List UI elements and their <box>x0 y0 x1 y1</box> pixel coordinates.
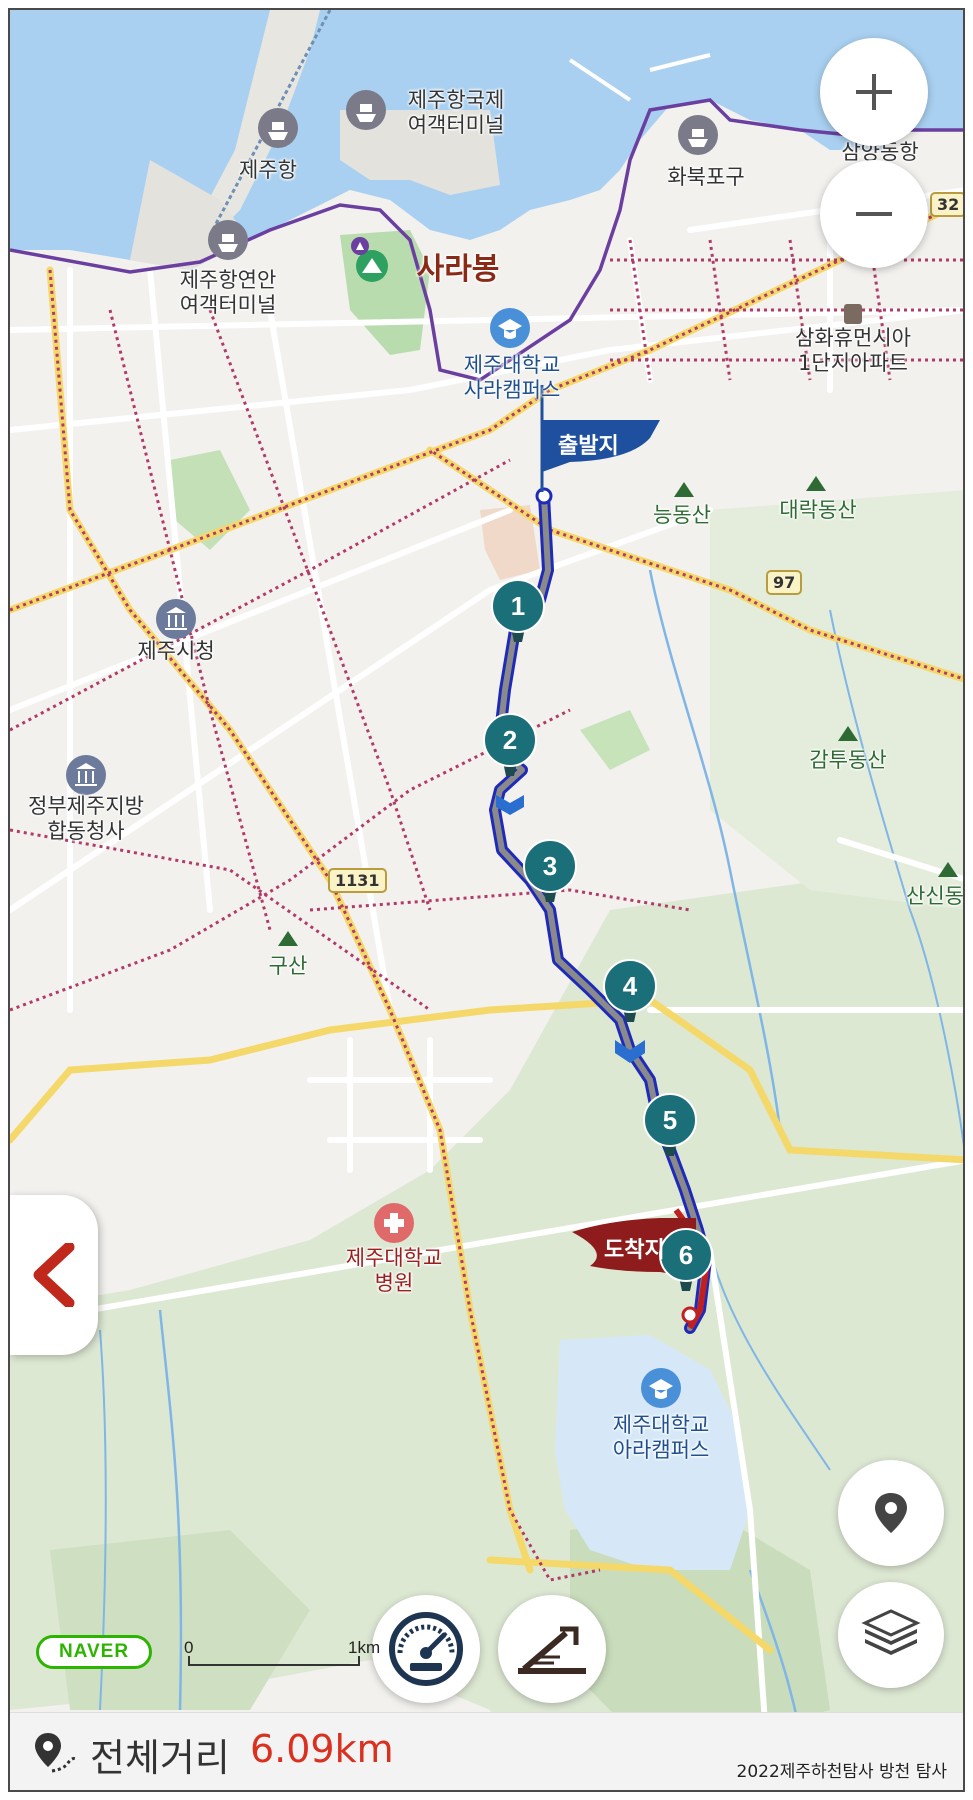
map-frame: 123456 제주항 제주항국제 여객터미널 화북포구 삼양동항 제주항연안 여… <box>8 8 965 1792</box>
back-button[interactable] <box>10 1195 98 1355</box>
marker-number: 4 <box>623 971 638 1001</box>
start-point <box>535 487 553 505</box>
label-jeju-port-intl-terminal: 제주항국제 여객터미널 <box>407 88 505 138</box>
label-sansindong: 산신동 <box>906 884 964 908</box>
scale-max-label: 1km <box>348 1638 381 1657</box>
label-daerakdongsan: 대락동산 <box>779 498 857 522</box>
road-shield-1131: 1131 <box>328 868 387 893</box>
speedometer-button[interactable] <box>372 1595 480 1703</box>
label-jnu-ara-campus: 제주대학교 아라캠퍼스 <box>612 1413 710 1463</box>
label-gusan: 구산 <box>268 954 308 978</box>
marker-number: 1 <box>511 591 525 621</box>
route-pin-icon <box>35 1733 77 1773</box>
road-shield-97: 97 <box>766 570 803 595</box>
minus-icon <box>856 212 892 216</box>
end-point <box>681 1306 699 1324</box>
apartment-icon <box>844 304 862 324</box>
label-jnu-sara-campus: 제주대학교 사라캠퍼스 <box>463 353 561 403</box>
plus-icon <box>856 74 892 110</box>
label-gov-complex: 정부제주지방 합동청사 <box>28 794 144 844</box>
route-marker-2[interactable]: 2 <box>483 713 537 776</box>
park-area <box>580 710 650 770</box>
road-shield-32: 32 <box>930 192 963 217</box>
forest-area <box>710 490 963 910</box>
credit-text: 2022제주하천탐사 방천 탐사 <box>736 1762 947 1782</box>
label-jnu-hospital: 제주대학교 병원 <box>345 1246 443 1296</box>
label-hwabuk-port: 화북포구 <box>667 165 745 189</box>
marker-number: 5 <box>663 1105 677 1135</box>
my-location-button[interactable] <box>838 1460 944 1566</box>
distance-summary-bar: 전체거리 6.09km 2022제주하천탐사 방천 탐사 <box>10 1712 963 1790</box>
marker-number: 2 <box>503 725 517 755</box>
scale-zero-label: 0 <box>184 1638 194 1657</box>
chevron-left-icon <box>33 1243 75 1307</box>
route-marker-1[interactable]: 1 <box>491 579 545 642</box>
label-sarabong: 사라봉 <box>416 252 500 287</box>
label-samhwa-apartment: 삼화휴먼시아 1단지아파트 <box>795 326 911 376</box>
elevation-button[interactable] <box>498 1595 606 1703</box>
zoom-out-button[interactable] <box>820 160 928 268</box>
distance-label: 전체거리 <box>90 1736 230 1780</box>
location-pin-icon <box>875 1493 907 1533</box>
marker-number: 3 <box>543 851 557 881</box>
layers-button[interactable] <box>838 1582 944 1688</box>
zoom-in-button[interactable] <box>820 38 928 146</box>
label-gamtudongsan: 감투동산 <box>809 748 887 772</box>
end-flag-label: 도착지 <box>604 1238 665 1263</box>
layers-icon <box>861 1609 921 1655</box>
label-coastal-terminal: 제주항연안 여객터미널 <box>179 268 277 318</box>
label-jeju-port: 제주항 <box>239 158 297 182</box>
distance-value: 6.09km <box>250 1727 394 1771</box>
speedometer-icon <box>389 1612 463 1686</box>
label-neungdongsan: 능동산 <box>653 503 711 527</box>
scale-bar: 0 1km <box>184 1638 380 1666</box>
label-city-hall: 제주시청 <box>137 639 215 663</box>
start-flag-label: 출발지 <box>558 434 619 459</box>
marker-number: 6 <box>679 1240 693 1270</box>
naver-logo: NAVER <box>36 1635 152 1669</box>
elevation-icon <box>518 1626 586 1674</box>
